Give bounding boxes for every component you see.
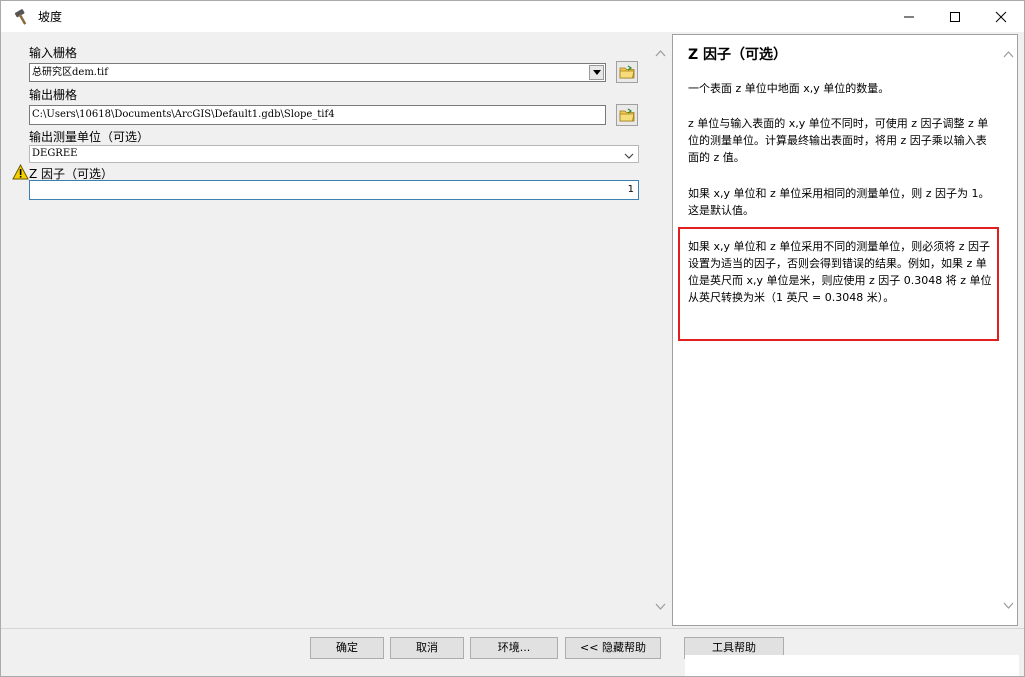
help-scrollbar[interactable]	[1000, 35, 1017, 625]
input-raster-combobox[interactable]: 总研究区dem.tif	[29, 63, 606, 82]
maximize-button[interactable]	[932, 1, 978, 32]
chevron-down-icon[interactable]	[589, 65, 604, 80]
scroll-up-icon[interactable]	[1003, 49, 1014, 60]
browse-input-button[interactable]	[616, 61, 638, 83]
measurement-label: 输出测量单位（可选）	[29, 130, 150, 144]
help-paragraph: 一个表面 z 单位中地面 x,y 单位的数量。	[688, 82, 890, 95]
measurement-value: DEGREE	[32, 148, 78, 159]
output-raster-label: 输出栅格	[29, 88, 78, 102]
window-title: 坡度	[38, 10, 63, 24]
input-raster-label: 输入栅格	[29, 46, 78, 60]
input-raster-value: 总研究区dem.tif	[32, 67, 108, 78]
help-paragraph: 如果 x,y 单位和 z 单位采用相同的测量单位，则 z 因子为 1。这是默认值…	[688, 187, 990, 217]
left-scrollbar[interactable]	[652, 36, 669, 626]
hide-help-button[interactable]: << 隐藏帮助	[565, 637, 661, 659]
minimize-icon	[904, 16, 914, 17]
hammer-icon	[7, 1, 37, 32]
close-button[interactable]	[978, 1, 1024, 32]
chevron-down-icon	[624, 150, 634, 166]
slope-tool-dialog: 坡度 输入栅格 总研究区dem.tif 输出栅格 C:\Users\10618\…	[0, 0, 1025, 677]
minimize-button[interactable]	[886, 1, 932, 32]
ok-button[interactable]: 确定	[310, 637, 384, 659]
help-panel: Z 因子（可选） 一个表面 z 单位中地面 x,y 单位的数量。 z 单位与输入…	[672, 34, 1018, 626]
scroll-up-icon[interactable]	[655, 48, 666, 59]
title-bar: 坡度	[1, 1, 1024, 32]
scroll-down-icon[interactable]	[655, 601, 666, 612]
measurement-select[interactable]: DEGREE	[29, 145, 639, 163]
browse-output-button[interactable]	[616, 104, 638, 126]
environments-button[interactable]: 环境...	[470, 637, 558, 659]
close-icon	[995, 11, 1007, 22]
help-paragraph: z 单位与输入表面的 x,y 单位不同时，可使用 z 因子调整 z 单位的测量单…	[688, 117, 989, 164]
z-factor-value: 1	[627, 184, 634, 195]
help-title: Z 因子（可选）	[688, 47, 788, 63]
background-window-strip	[685, 655, 1019, 676]
output-raster-field[interactable]: C:\Users\10618\Documents\ArcGIS\Default1…	[29, 105, 606, 125]
warning-icon	[12, 163, 29, 183]
parameters-panel: 输入栅格 总研究区dem.tif 输出栅格 C:\Users\10618\Doc…	[11, 36, 669, 626]
output-raster-value: C:\Users\10618\Documents\ArcGIS\Default1…	[32, 109, 335, 120]
maximize-icon	[950, 11, 960, 22]
scroll-down-icon[interactable]	[1003, 600, 1014, 611]
z-factor-input[interactable]: 1	[29, 180, 639, 200]
folder-icon	[619, 108, 635, 122]
cancel-button[interactable]: 取消	[390, 637, 464, 659]
folder-icon	[619, 65, 635, 79]
help-paragraph-highlighted: 如果 x,y 单位和 z 单位采用不同的测量单位，则必须将 z 因子设置为适当的…	[688, 240, 992, 304]
